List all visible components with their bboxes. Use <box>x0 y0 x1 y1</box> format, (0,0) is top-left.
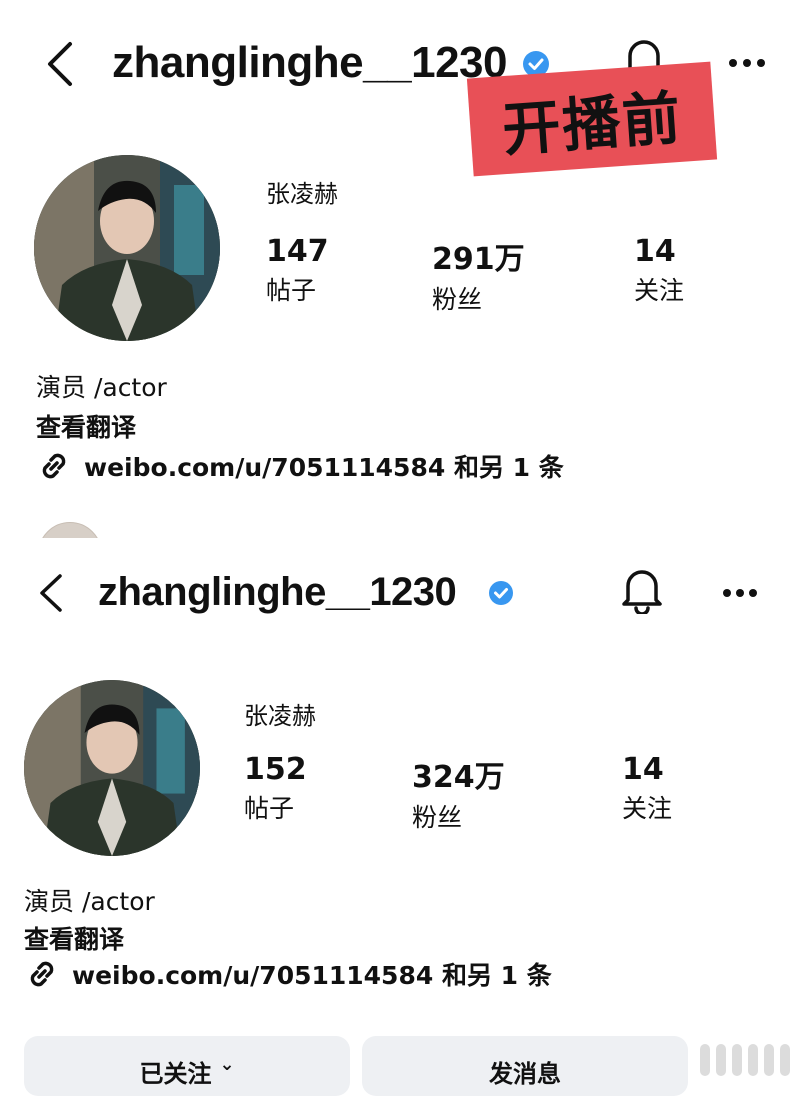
link-icon <box>42 453 66 479</box>
stat-posts-label: 帖子 <box>266 276 317 305</box>
message-button[interactable]: 发消息 <box>362 1036 688 1096</box>
stage-label-text: 开播前 <box>500 83 685 165</box>
back-icon[interactable] <box>36 572 64 614</box>
avatar-photo <box>24 680 200 856</box>
stat-followers-value: 324万 <box>412 760 505 795</box>
highlight-avatar-peek <box>38 522 102 538</box>
stat-following[interactable]: 14 关注 <box>622 752 672 825</box>
profile-link-text: weibo.com/u/7051114584 和另 1 条 <box>84 453 564 482</box>
more-options-icon[interactable] <box>722 588 758 598</box>
chevron-down-icon: ⌄ <box>219 1054 235 1075</box>
profile-link[interactable]: weibo.com/u/7051114584 和另 1 条 <box>24 956 552 992</box>
stat-following-label: 关注 <box>634 276 685 305</box>
profile-link[interactable]: weibo.com/u/7051114584 和另 1 条 <box>36 448 564 484</box>
following-button[interactable]: 已关注 ⌄ <box>24 1036 350 1096</box>
see-translation-link[interactable]: 查看翻译 <box>36 408 136 444</box>
stat-posts[interactable]: 152 帖子 <box>244 752 307 825</box>
stat-posts-value: 152 <box>244 752 307 787</box>
display-name: 张凌赫 <box>266 180 338 208</box>
bio-text: 演员 /actor <box>36 373 167 402</box>
stat-followers[interactable]: 291万 粉丝 <box>432 234 525 316</box>
avatar-photo <box>34 155 220 341</box>
stat-following-label: 关注 <box>622 794 673 823</box>
avatar[interactable] <box>24 680 200 856</box>
profile-link-text: weibo.com/u/7051114584 和另 1 条 <box>72 961 552 990</box>
stat-posts-value: 147 <box>266 234 329 269</box>
profile-username: zhanglinghe__1230 <box>98 570 457 614</box>
bell-icon[interactable] <box>620 566 664 614</box>
stat-followers[interactable]: 324万 粉丝 <box>412 752 505 834</box>
stat-following-value: 14 <box>634 234 676 269</box>
stat-following[interactable]: 14 关注 <box>634 234 684 307</box>
bio-text: 演员 /actor <box>24 887 155 916</box>
back-icon[interactable] <box>44 40 74 88</box>
stat-followers-label: 粉丝 <box>432 285 483 314</box>
see-translation-link[interactable]: 查看翻译 <box>24 920 124 956</box>
stat-posts[interactable]: 147 帖子 <box>266 234 329 307</box>
message-button-label: 发消息 <box>489 1060 561 1088</box>
stat-following-value: 14 <box>622 752 664 787</box>
verified-badge-icon <box>489 581 513 605</box>
display-name: 张凌赫 <box>244 702 316 730</box>
profile-username: zhanglinghe__1230 <box>112 38 507 87</box>
watermark-icon <box>700 1040 796 1080</box>
more-options-icon[interactable] <box>728 58 766 68</box>
avatar[interactable] <box>34 155 220 341</box>
following-button-label: 已关注 <box>139 1060 212 1088</box>
stat-posts-label: 帖子 <box>244 794 295 823</box>
stat-followers-label: 粉丝 <box>412 803 463 832</box>
link-icon <box>30 961 54 987</box>
profile-after-panel: zhanglinghe__1230 张凌赫 152 帖子 324万 粉丝 14 … <box>0 538 806 1076</box>
profile-before-panel: zhanglinghe__1230 开播前 张凌赫 147 帖子 291万 粉丝 <box>0 0 806 538</box>
stat-followers-value: 291万 <box>432 242 525 277</box>
stage-label-banner: 开播前 <box>466 61 718 177</box>
